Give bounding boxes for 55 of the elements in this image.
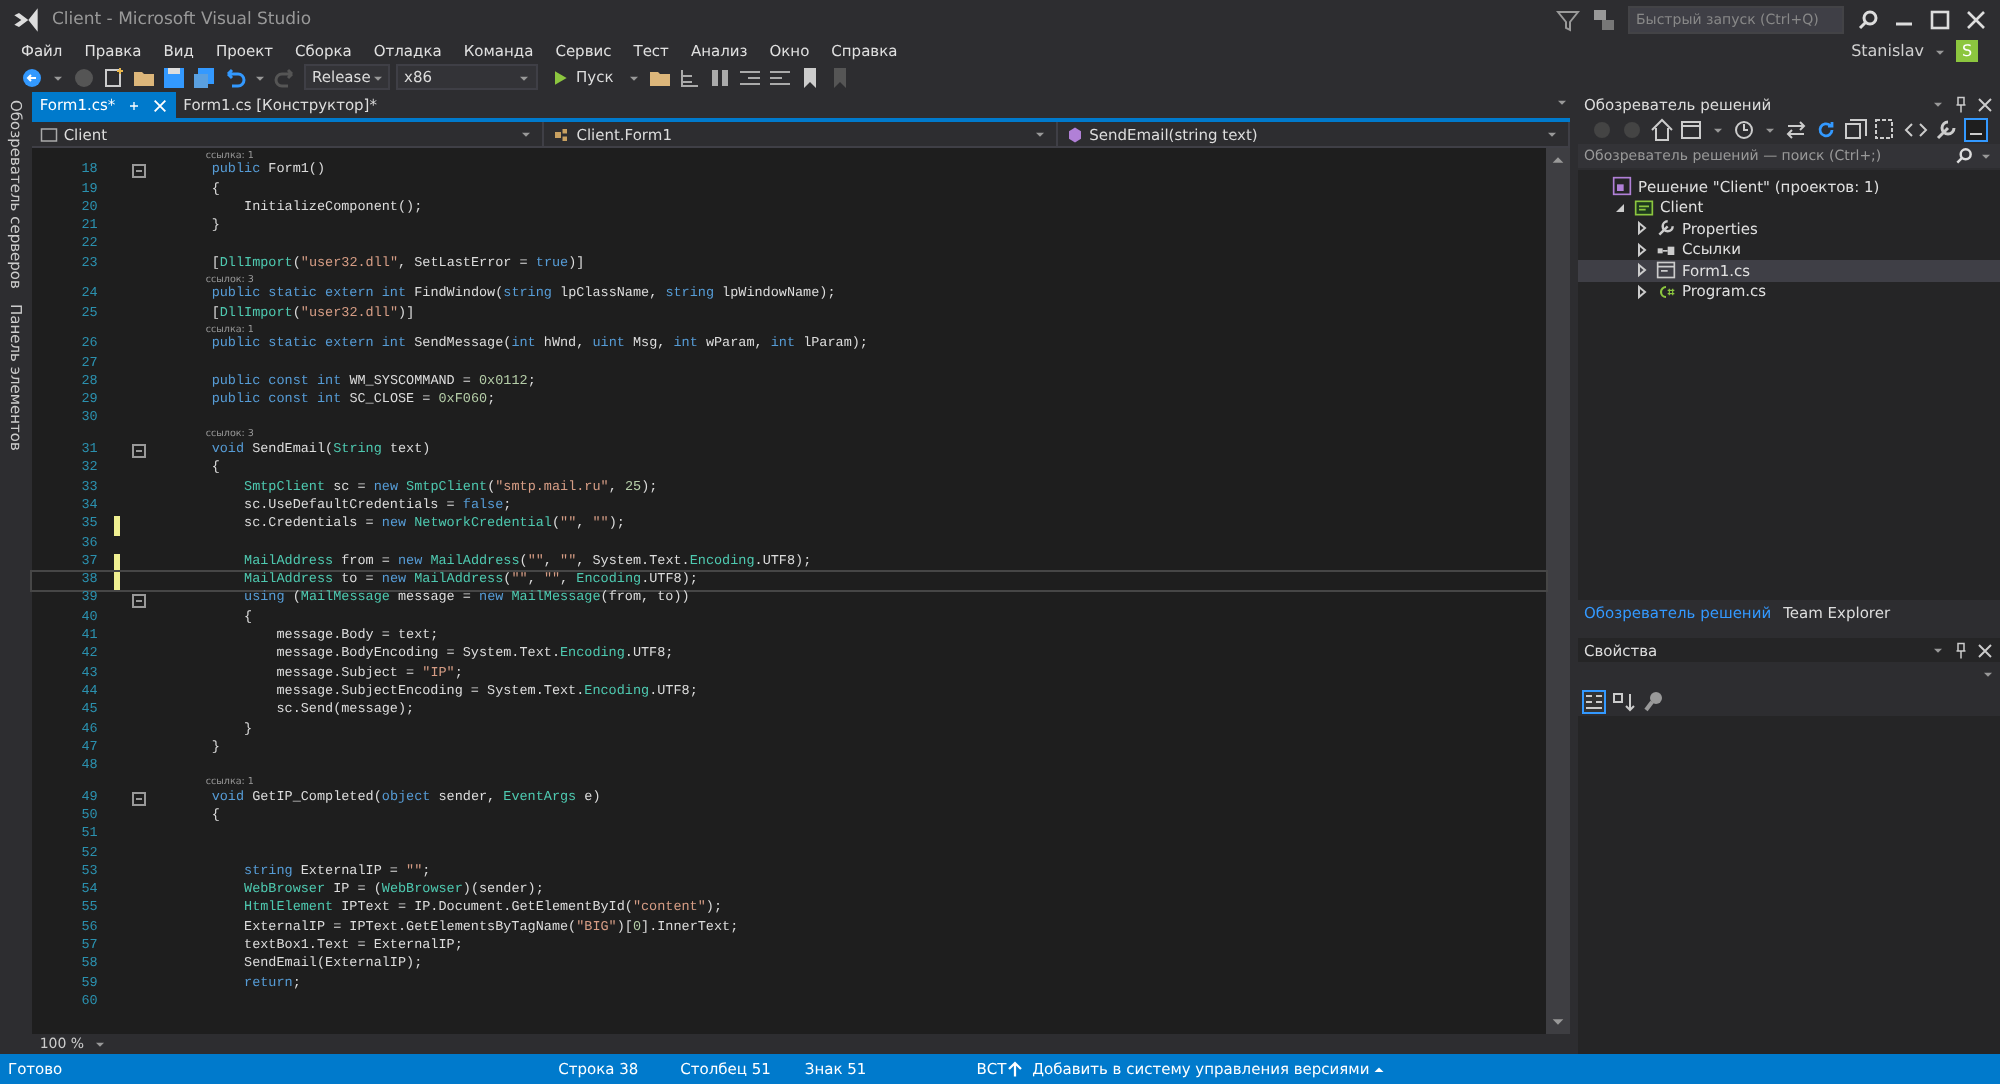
user-name[interactable]: Stanislav bbox=[1851, 42, 1924, 60]
scroll-up-icon[interactable] bbox=[1550, 152, 1566, 168]
feedback-icon[interactable] bbox=[1592, 8, 1616, 32]
collapse-icon[interactable] bbox=[132, 791, 147, 806]
columns-icon[interactable] bbox=[707, 65, 732, 89]
wrench-icon[interactable] bbox=[1934, 117, 1958, 141]
home-icon[interactable] bbox=[1650, 117, 1674, 141]
pin-icon[interactable] bbox=[1952, 641, 1970, 659]
undo-icon[interactable] bbox=[222, 65, 246, 89]
categorized-icon[interactable] bbox=[1582, 689, 1606, 713]
refresh-icon[interactable] bbox=[1814, 117, 1838, 141]
sync-view-icon[interactable] bbox=[1680, 117, 1704, 141]
form-icon bbox=[1656, 260, 1676, 281]
preview-icon[interactable] bbox=[1964, 117, 1988, 141]
wrench-icon bbox=[1656, 218, 1676, 239]
search-icon[interactable] bbox=[1856, 8, 1880, 32]
collapsed-arrow-icon[interactable] bbox=[1634, 241, 1650, 258]
hierarchy-icon[interactable] bbox=[677, 65, 702, 89]
close-icon[interactable] bbox=[1964, 8, 1988, 32]
pin-icon[interactable] bbox=[1952, 95, 1970, 113]
expanded-arrow-icon[interactable] bbox=[1612, 199, 1628, 216]
csharp-file-icon bbox=[1656, 281, 1676, 302]
csharp-project-icon bbox=[1634, 197, 1654, 218]
collapse-icon[interactable] bbox=[132, 593, 147, 608]
collapsed-arrow-icon[interactable] bbox=[1634, 220, 1650, 237]
new-project-icon[interactable] bbox=[102, 65, 126, 89]
project-icon bbox=[39, 125, 58, 143]
collapsed-arrow-icon[interactable] bbox=[1634, 283, 1650, 300]
class-icon bbox=[552, 125, 571, 143]
close-icon[interactable] bbox=[1976, 95, 1994, 113]
upload-arrow-icon bbox=[1006, 1060, 1025, 1078]
search-icon[interactable] bbox=[1954, 146, 1974, 166]
visual-studio-logo-icon bbox=[12, 6, 40, 34]
sort-alphabetical-icon[interactable] bbox=[1612, 689, 1636, 713]
scroll-down-icon[interactable] bbox=[1550, 1014, 1566, 1030]
indent-icon[interactable] bbox=[767, 65, 792, 89]
close-icon[interactable] bbox=[1976, 641, 1994, 659]
method-icon bbox=[1065, 125, 1084, 143]
collapse-icon[interactable] bbox=[132, 444, 147, 459]
solution-icon bbox=[1612, 176, 1632, 197]
swap-icon[interactable] bbox=[1784, 117, 1808, 141]
history-icon[interactable] bbox=[1732, 117, 1756, 141]
show-all-files-icon[interactable] bbox=[1874, 117, 1898, 141]
collapsed-arrow-icon[interactable] bbox=[1634, 262, 1650, 279]
play-icon bbox=[550, 67, 570, 87]
outdent-icon[interactable] bbox=[737, 65, 762, 89]
code-icon[interactable] bbox=[1904, 117, 1928, 141]
maximize-icon[interactable] bbox=[1928, 8, 1952, 32]
save-icon[interactable] bbox=[162, 65, 186, 89]
property-pages-icon[interactable] bbox=[1642, 689, 1666, 713]
save-all-icon[interactable] bbox=[192, 65, 216, 89]
collapse-all-icon[interactable] bbox=[1844, 117, 1868, 141]
collapse-icon[interactable] bbox=[132, 164, 147, 179]
funnel-icon[interactable] bbox=[1556, 8, 1580, 32]
window-title: Client - Microsoft Visual Studio bbox=[52, 10, 312, 30]
